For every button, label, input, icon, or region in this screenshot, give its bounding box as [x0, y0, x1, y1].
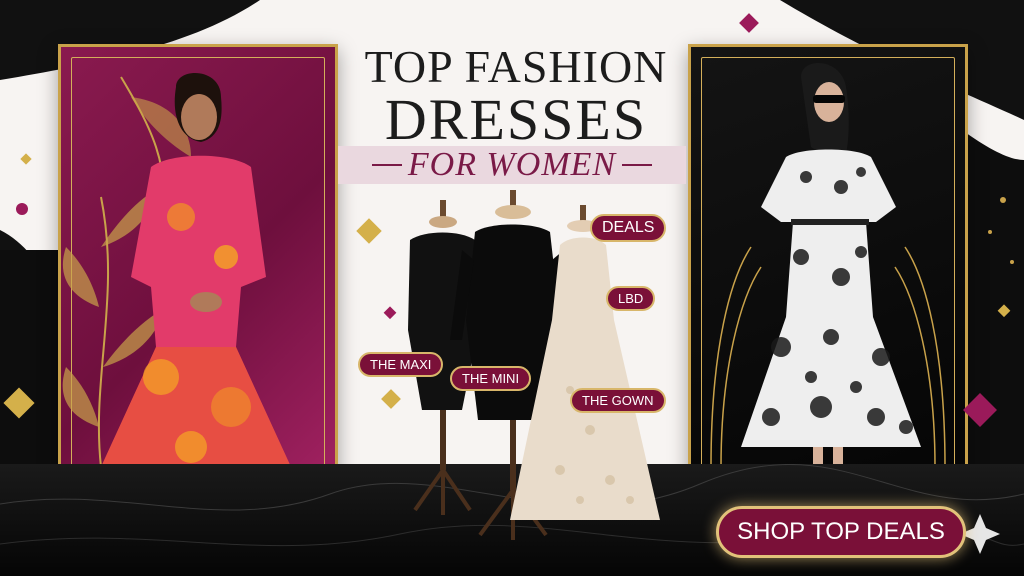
maxi-dress-panel[interactable]	[58, 44, 338, 488]
mini-tag[interactable]: THE MINI	[450, 366, 532, 391]
gown-tag[interactable]: THE GOWN	[570, 388, 666, 413]
subtitle-line-left	[371, 164, 402, 166]
maxi-tag[interactable]: THE MAXI	[358, 352, 444, 377]
deals-tag[interactable]: DEALS	[590, 214, 667, 242]
banner-title-line2: DRESSES	[384, 87, 648, 152]
model-maxi-dress	[101, 73, 291, 467]
banner-subtitle: FOR WOMEN	[407, 146, 617, 183]
subtitle-band: FOR WOMEN	[338, 146, 686, 184]
fashion-banner: TOP FASHION DRESSES FOR WOMEN DEALS LBD …	[0, 0, 1024, 576]
lbd-tag[interactable]: LBD	[606, 286, 656, 311]
lbd-dress-panel[interactable]	[688, 44, 968, 488]
shop-top-deals-button[interactable]: SHOP TOP DEALS	[716, 506, 966, 558]
subtitle-line-right	[622, 164, 653, 166]
model-floral-dress	[741, 63, 921, 477]
